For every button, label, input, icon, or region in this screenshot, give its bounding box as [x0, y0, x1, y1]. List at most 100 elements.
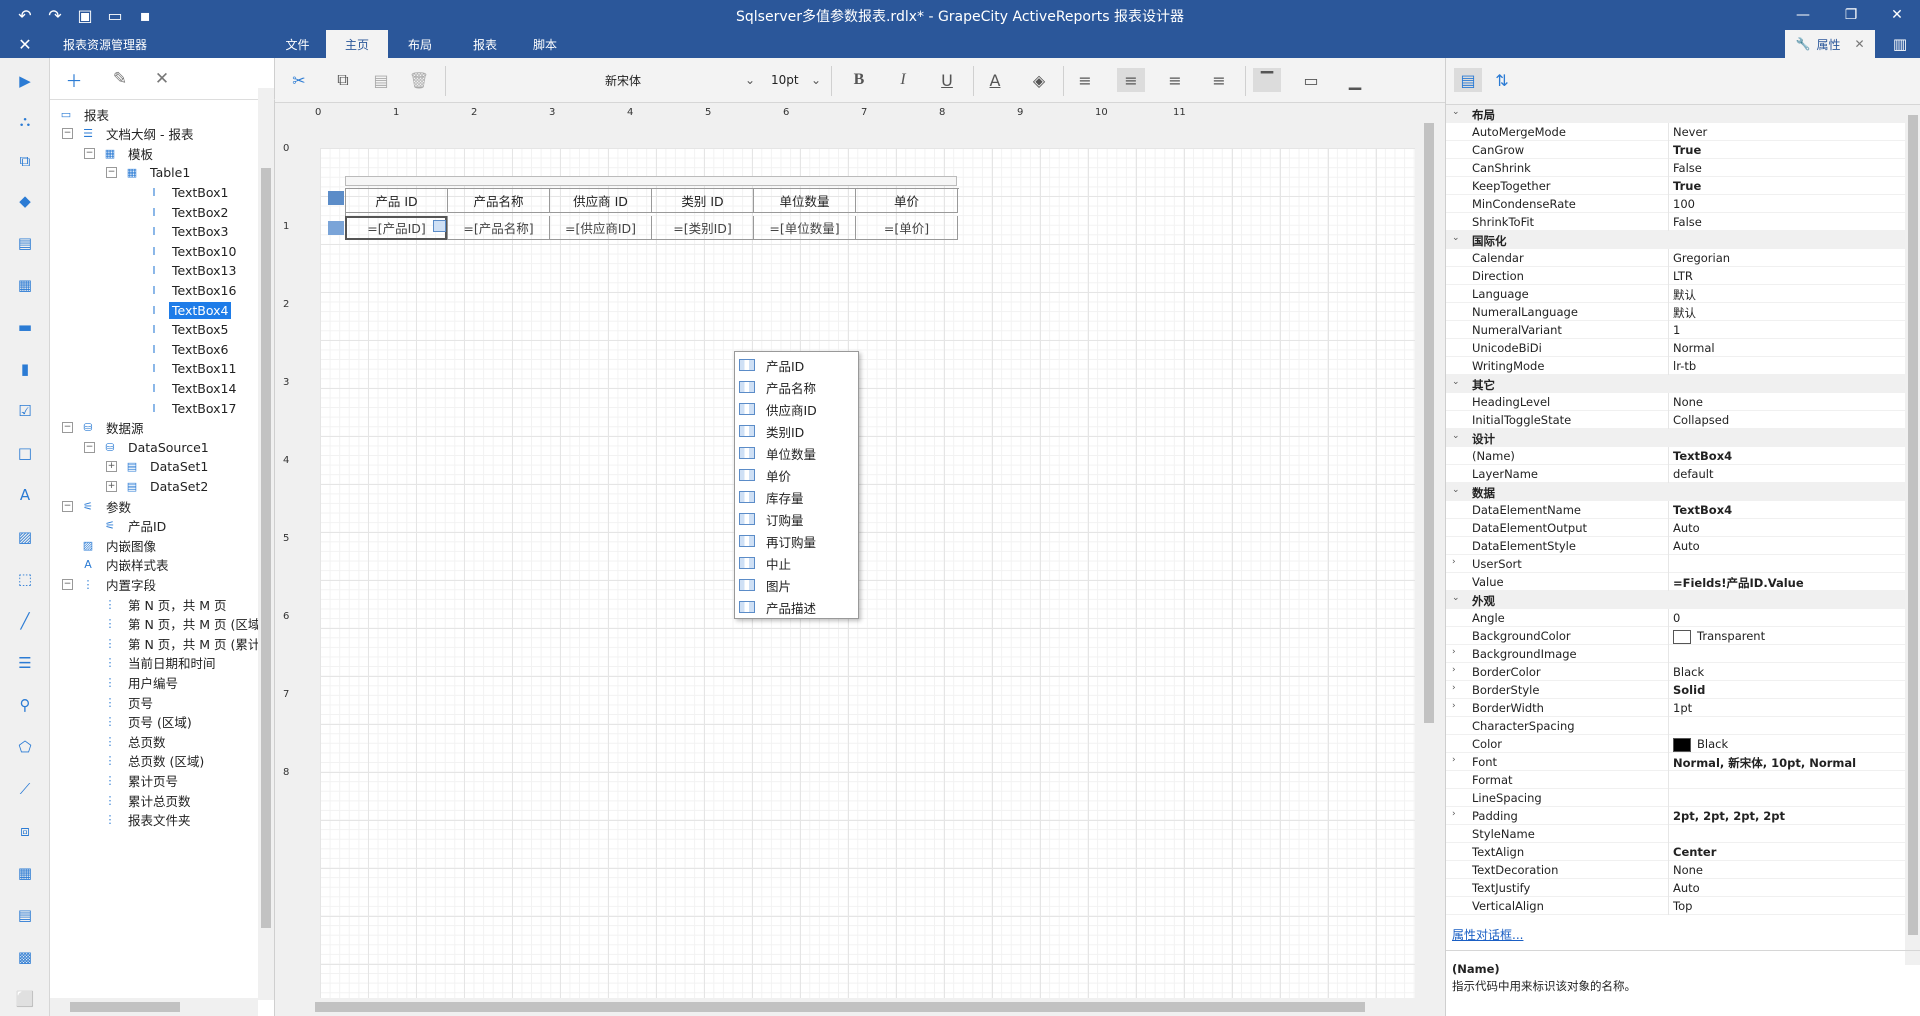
property-value[interactable]: False	[1673, 161, 1903, 175]
table-detail-handle-icon[interactable]	[328, 221, 344, 235]
property-row[interactable]: WritingModelr-tb	[1446, 357, 1906, 375]
tree-item[interactable]: ▭报表	[40, 104, 112, 124]
expand-icon[interactable]: ›	[1452, 809, 1462, 819]
toc-icon[interactable]: ⬜	[14, 988, 36, 1010]
property-value[interactable]: 1	[1673, 323, 1903, 337]
property-value[interactable]: =Fields!产品ID.Value	[1673, 575, 1903, 591]
map-icon[interactable]: ⚲	[14, 694, 36, 716]
underline-icon[interactable]: U	[933, 68, 961, 92]
property-value[interactable]: default	[1673, 467, 1903, 481]
expand-toggle-icon[interactable]: −	[62, 579, 73, 590]
font-size-select[interactable]: 10pt ⌄	[771, 70, 821, 90]
property-row[interactable]: DataElementStyleAuto	[1446, 537, 1906, 555]
field-menu-item[interactable]: 供应商ID	[735, 398, 858, 420]
property-row[interactable]: ›BackgroundImage	[1446, 645, 1906, 663]
tab-script[interactable]: 脚本	[520, 30, 570, 58]
field-menu-item[interactable]: 库存量	[735, 486, 858, 508]
tab-report[interactable]: 报表	[460, 30, 510, 58]
expand-icon[interactable]: ›	[1452, 665, 1462, 675]
tab-file[interactable]: 文件	[275, 30, 320, 58]
property-value[interactable]: Gregorian	[1673, 251, 1903, 265]
tab-layout[interactable]: 布局	[395, 30, 445, 58]
table-detail-cell[interactable]: =[类别ID]	[652, 216, 754, 240]
collapse-icon[interactable]: ⌄	[1452, 107, 1462, 117]
property-row[interactable]: ›BorderWidth1pt	[1446, 699, 1906, 717]
property-row[interactable]: CharacterSpacing	[1446, 717, 1906, 735]
expand-icon[interactable]: ›	[1452, 701, 1462, 711]
property-row[interactable]: AutoMergeModeNever	[1446, 123, 1906, 141]
property-row[interactable]: InitialToggleStateCollapsed	[1446, 411, 1906, 429]
table-detail-cell[interactable]: =[产品名称]	[448, 216, 550, 240]
property-value[interactable]: None	[1673, 395, 1903, 409]
property-row[interactable]: Language默认	[1446, 285, 1906, 303]
list-icon[interactable]: ☰	[14, 652, 36, 674]
tree-item[interactable]: ITextBox2	[128, 202, 231, 222]
property-row[interactable]: TextAlignCenter	[1446, 843, 1906, 861]
field-menu-item[interactable]: 产品ID	[735, 354, 858, 376]
table-tool-icon[interactable]: ▤	[14, 232, 36, 254]
property-value[interactable]: 默认	[1673, 305, 1903, 321]
property-value[interactable]: LTR	[1673, 269, 1903, 283]
add-icon[interactable]: ＋	[62, 68, 86, 90]
property-category[interactable]: ⌄布局	[1446, 105, 1906, 123]
tree-icon[interactable]: ⛬	[14, 110, 36, 132]
property-row[interactable]: TextDecorationNone	[1446, 861, 1906, 879]
property-value[interactable]: True	[1673, 179, 1903, 193]
explorer-hscroll[interactable]	[50, 998, 258, 1016]
italic-icon[interactable]: I	[889, 68, 917, 92]
property-category[interactable]: ⌄国际化	[1446, 231, 1906, 249]
property-dialog-link[interactable]: 属性对话框...	[1452, 926, 1523, 943]
property-value[interactable]: Black	[1673, 665, 1903, 679]
property-value[interactable]: 1pt	[1673, 701, 1903, 715]
alphabetical-icon[interactable]: ⇅	[1488, 68, 1516, 92]
tree-item[interactable]: ITextBox11	[128, 359, 239, 379]
props-vscroll[interactable]	[1905, 105, 1920, 965]
table-header-cell[interactable]: 单价	[856, 189, 958, 213]
expand-toggle-icon[interactable]: −	[84, 442, 95, 453]
pointer-icon[interactable]: ▶	[14, 70, 36, 92]
report-explorer-icon[interactable]: ▥	[1880, 30, 1920, 58]
property-value[interactable]: Normal, 新宋体, 10pt, Normal	[1673, 755, 1903, 771]
tree-item[interactable]: A内嵌样式表	[62, 555, 172, 575]
expand-toggle-icon[interactable]: −	[84, 148, 95, 159]
tree-item[interactable]: ⋮总页数	[84, 731, 169, 751]
property-value[interactable]: TextBox4	[1673, 503, 1903, 517]
line-icon[interactable]: ╱	[14, 610, 36, 632]
chart-icon[interactable]: ▮	[14, 358, 36, 380]
tab-properties[interactable]: 🔧 属性 ✕	[1785, 30, 1875, 58]
tree-item[interactable]: ITextBox13	[128, 261, 239, 281]
tree-item[interactable]: −⚟参数	[62, 496, 134, 516]
tree-item[interactable]: ⋮总页数 (区域)	[84, 751, 207, 771]
close-explorer-icon[interactable]: ✕	[10, 30, 40, 58]
tree-item[interactable]: ⚟产品ID	[84, 516, 169, 536]
tree-item[interactable]: ⋮累计页号	[84, 770, 181, 790]
table1[interactable]: 产品 ID产品名称供应商 ID类别 ID单位数量单价=[产品ID]=[产品名称]…	[345, 188, 959, 240]
tree-item[interactable]: −⛁DataSource1	[84, 437, 212, 457]
tree-item[interactable]: +▤DataSet1	[106, 457, 211, 477]
tree-item[interactable]: ITextBox10	[128, 241, 239, 261]
valign-bottom-icon[interactable]: ▁	[1341, 68, 1369, 92]
tree-item[interactable]: ITextBox6	[128, 339, 231, 359]
tree-item[interactable]: ⋮报表文件夹	[84, 810, 194, 830]
shape-icon[interactable]: ⬠	[14, 736, 36, 758]
table-detail-cell[interactable]: =[单位数量]	[754, 216, 856, 240]
expand-toggle-icon[interactable]: −	[106, 167, 117, 178]
property-row[interactable]: Angle0	[1446, 609, 1906, 627]
property-value[interactable]: Never	[1673, 125, 1903, 139]
property-row[interactable]: MinCondenseRate100	[1446, 195, 1906, 213]
expand-icon[interactable]: ›	[1452, 683, 1462, 693]
table-column-handles[interactable]	[345, 176, 957, 186]
property-category[interactable]: ⌄其它	[1446, 375, 1906, 393]
tree-item[interactable]: ⋮第 N 页，共 M 页 (区域	[84, 614, 263, 634]
tree-item[interactable]: −⛁数据源	[62, 418, 147, 438]
property-row[interactable]: UnicodeBiDiNormal	[1446, 339, 1906, 357]
property-value[interactable]: Black	[1673, 737, 1903, 752]
align-right-icon[interactable]: ≡	[1161, 68, 1189, 92]
property-value[interactable]: 100	[1673, 197, 1903, 211]
formatted-text-icon[interactable]: A	[14, 484, 36, 506]
collapse-icon[interactable]: ⌄	[1452, 485, 1462, 495]
property-row[interactable]: DataElementNameTextBox4	[1446, 501, 1906, 519]
property-value[interactable]: TextBox4	[1673, 449, 1903, 463]
expand-toggle-icon[interactable]: −	[62, 422, 73, 433]
property-row[interactable]: TextJustifyAuto	[1446, 879, 1906, 897]
